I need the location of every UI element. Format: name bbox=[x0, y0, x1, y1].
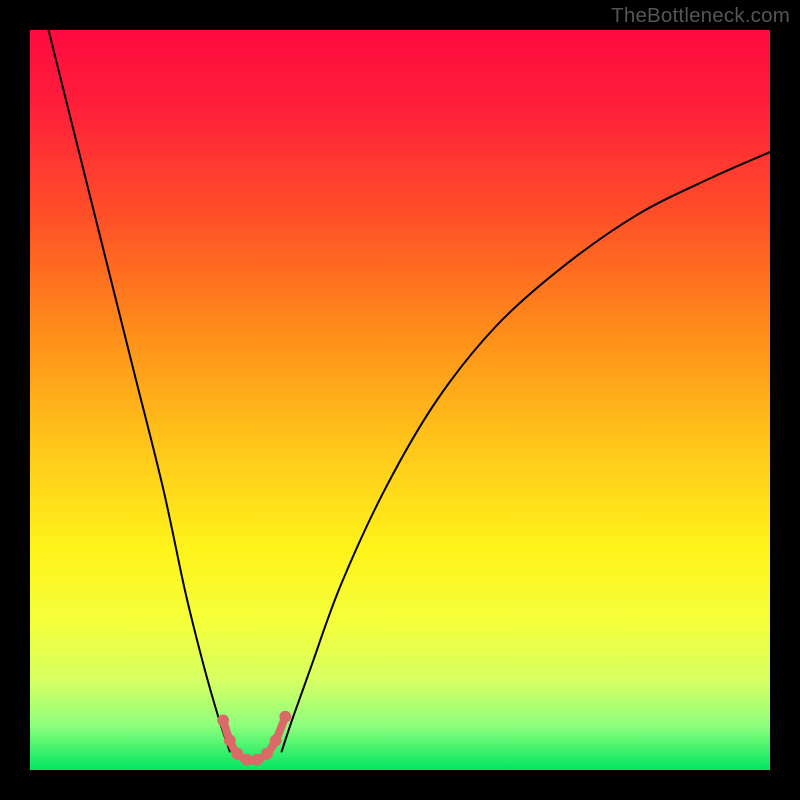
valley-marker bbox=[270, 734, 282, 746]
chart-stage: TheBottleneck.com bbox=[0, 0, 800, 800]
chart-svg bbox=[30, 30, 770, 770]
watermark-text: TheBottleneck.com bbox=[611, 4, 790, 28]
valley-marker bbox=[241, 754, 253, 766]
valley-marker bbox=[224, 734, 236, 746]
valley-marker bbox=[217, 715, 229, 727]
valley-marker bbox=[261, 748, 273, 760]
plot-area bbox=[30, 30, 770, 770]
valley-marker bbox=[279, 711, 291, 723]
